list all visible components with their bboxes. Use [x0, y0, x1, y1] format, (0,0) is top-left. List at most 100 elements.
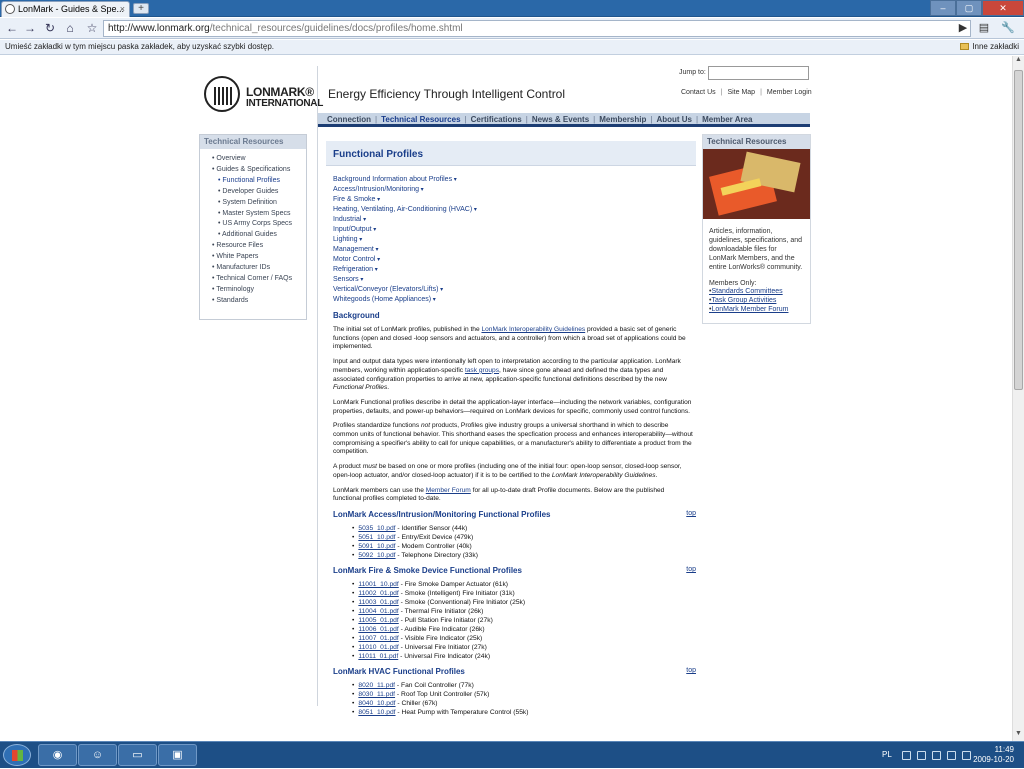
category-link[interactable]: Motor Control [333, 255, 696, 265]
sidebar-item[interactable]: • Developer Guides [200, 187, 306, 198]
paragraph-3: LonMark Functional profiles describe in … [333, 398, 692, 415]
pdf-link[interactable]: 11003_01.pdf [358, 599, 398, 606]
network-icon[interactable] [932, 751, 941, 760]
vertical-scrollbar[interactable]: ▲ ▼ [1012, 56, 1024, 741]
bookmark-star-icon[interactable]: ☆ [84, 21, 100, 36]
taskbar-app-icon[interactable]: ▣ [158, 744, 197, 766]
pdf-link[interactable]: 8020_11.pdf [358, 682, 395, 689]
category-link[interactable]: Industrial [333, 215, 696, 225]
pdf-link[interactable]: 5091_10.pdf [358, 543, 395, 550]
sidebar-item[interactable]: • Functional Profiles [200, 176, 306, 187]
other-bookmarks[interactable]: Inne zakładki [960, 40, 1019, 54]
contact-us-link[interactable]: Contact Us [681, 89, 716, 96]
clock[interactable]: 11:49 2009-10-20 [973, 745, 1014, 765]
minimize-button[interactable]: – [930, 0, 956, 16]
file-description: - Visible Fire Indicator (25k) [398, 634, 483, 642]
profile-sections: LonMark Access/Intrusion/Monitoring Func… [326, 504, 696, 717]
category-link[interactable]: Whitegoods (Home Appliances) [333, 295, 696, 305]
member-forum-link[interactable]: Member Forum [426, 487, 471, 494]
task-group-activities-link[interactable]: Task Group Activities [709, 296, 810, 305]
home-icon[interactable]: ⌂ [62, 21, 78, 36]
pdf-link[interactable]: 5092_10.pdf [358, 552, 395, 559]
sidebar-item[interactable]: • Standards [200, 296, 306, 307]
top-link[interactable]: top [686, 566, 696, 573]
sidebar-item[interactable]: • Master System Specs [200, 209, 306, 220]
reload-icon[interactable]: ↻ [42, 21, 58, 36]
page-menu-icon[interactable]: ▤ [976, 21, 992, 36]
new-tab-button[interactable]: + [133, 3, 149, 14]
pdf-link[interactable]: 11001_10.pdf [358, 581, 398, 588]
pdf-link[interactable]: 11007_01.pdf [358, 635, 398, 642]
category-link[interactable]: Access/Intrusion/Monitoring [333, 185, 696, 195]
forward-arrow-icon[interactable]: → [22, 21, 38, 36]
pdf-link[interactable]: 8040_10.pdf [358, 700, 395, 707]
pdf-link[interactable]: 8030_11.pdf [358, 691, 395, 698]
sidebar-item[interactable]: • Additional Guides [200, 230, 306, 241]
scroll-down-icon[interactable]: ▼ [1013, 730, 1024, 741]
category-link[interactable]: Fire & Smoke [333, 195, 696, 205]
nav-news-events[interactable]: News & Events [532, 115, 589, 124]
category-link[interactable]: Sensors [333, 275, 696, 285]
language-indicator[interactable]: PL [882, 750, 892, 759]
sidebar-item[interactable]: • Guides & Specifications [200, 165, 306, 176]
sidebar-item[interactable]: • Technical Corner / FAQs [200, 274, 306, 285]
category-link[interactable]: Vertical/Conveyor (Elevators/Lifts) [333, 285, 696, 295]
pdf-link[interactable]: 5051_10.pdf [358, 534, 395, 541]
pdf-link[interactable]: 8051_10.pdf [358, 709, 395, 716]
nav-about-us[interactable]: About Us [656, 115, 692, 124]
sidebar-item[interactable]: • Overview [200, 154, 306, 165]
flag-icon[interactable] [917, 751, 926, 760]
sidebar-item[interactable]: • Manufacturer IDs [200, 263, 306, 274]
sidebar-item[interactable]: • White Papers [200, 252, 306, 263]
address-bar[interactable]: http://www.lonmark.org/technical_resourc… [103, 20, 971, 37]
category-link[interactable]: Background Information about Profiles [333, 175, 696, 185]
nav-technical-resources[interactable]: Technical Resources [381, 115, 460, 124]
scroll-up-icon[interactable]: ▲ [1013, 56, 1024, 67]
volume-icon[interactable] [962, 751, 971, 760]
task-groups-link[interactable]: task groups [465, 367, 499, 374]
scroll-thumb[interactable] [1014, 70, 1023, 390]
maximize-button[interactable]: ▢ [956, 0, 982, 16]
sidebar-item[interactable]: • System Definition [200, 198, 306, 209]
go-arrow-icon[interactable]: ▶ [955, 21, 971, 36]
tab-close-icon[interactable]: × [120, 2, 125, 16]
category-link[interactable]: Lighting [333, 235, 696, 245]
interoperability-guidelines-link[interactable]: LonMark Interoperability Guidelines [481, 326, 585, 333]
category-link[interactable]: Management [333, 245, 696, 255]
top-link[interactable]: top [686, 510, 696, 517]
standards-committees-link[interactable]: Standards Committees [709, 287, 810, 296]
category-link[interactable]: Input/Output [333, 225, 696, 235]
taskbar-chrome-icon[interactable]: ◉ [38, 744, 77, 766]
sidebar-item[interactable]: • Terminology [200, 285, 306, 296]
nav-member-area[interactable]: Member Area [702, 115, 752, 124]
display-icon[interactable] [947, 751, 956, 760]
tray-arrow-icon[interactable] [902, 751, 911, 760]
pdf-link[interactable]: 11011_01.pdf [358, 653, 398, 660]
tab-lonmark[interactable]: LonMark - Guides & Spe... × [1, 1, 130, 17]
close-window-button[interactable]: ✕ [982, 0, 1024, 16]
nav-certifications[interactable]: Certifications [471, 115, 522, 124]
nav-membership[interactable]: Membership [599, 115, 646, 124]
back-arrow-icon[interactable]: ← [4, 21, 20, 36]
taskbar-explorer-icon[interactable]: ▭ [118, 744, 157, 766]
pdf-link[interactable]: 11002_01.pdf [358, 590, 398, 597]
category-link[interactable]: Heating, Ventilating, Air-Conditioning (… [333, 205, 696, 215]
wrench-menu-icon[interactable]: 🔧 [1000, 21, 1016, 36]
pdf-link[interactable]: 11004_01.pdf [358, 608, 398, 615]
sidebar-item[interactable]: • US Army Corps Specs [200, 219, 306, 230]
member-login-link[interactable]: Member Login [767, 89, 812, 96]
top-link[interactable]: top [686, 667, 696, 674]
category-link[interactable]: Refrigeration [333, 265, 696, 275]
pdf-link[interactable]: 11010_01.pdf [358, 644, 398, 651]
pdf-link[interactable]: 5035_10.pdf [358, 525, 395, 532]
lonmark-logo[interactable]: LONMARK® INTERNATIONAL [204, 76, 323, 116]
jump-to-input[interactable] [708, 66, 809, 80]
pdf-link[interactable]: 11006_01.pdf [358, 626, 398, 633]
site-map-link[interactable]: Site Map [727, 89, 755, 96]
sidebar-item[interactable]: • Resource Files [200, 241, 306, 252]
taskbar-messenger-icon[interactable]: ☺ [78, 744, 117, 766]
member-forum-link-rhs[interactable]: LonMark Member Forum [709, 305, 810, 314]
pdf-link[interactable]: 11005_01.pdf [358, 617, 398, 624]
start-button[interactable] [3, 744, 31, 766]
nav-connection[interactable]: Connection [327, 115, 371, 124]
